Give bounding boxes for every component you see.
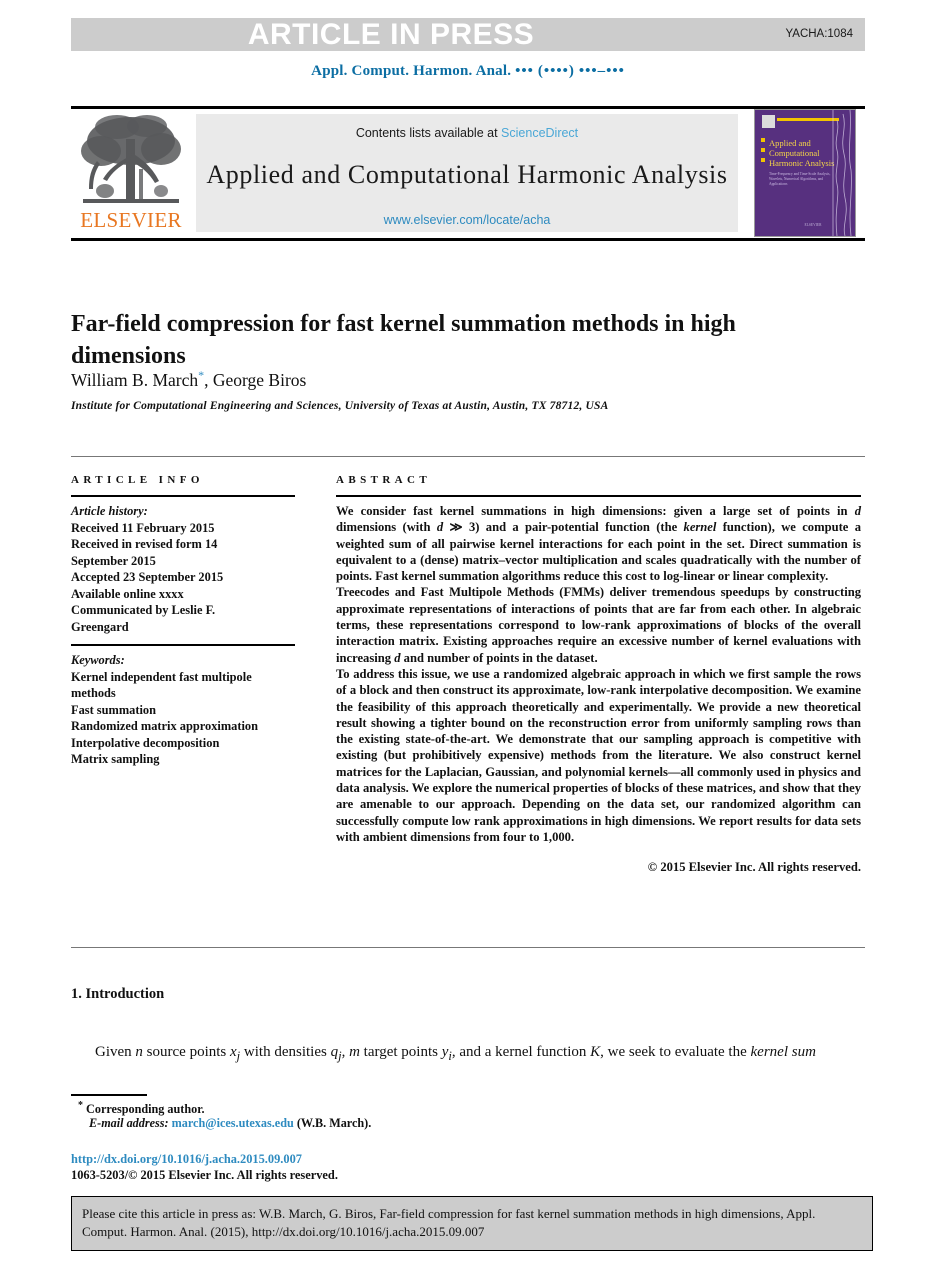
journal-homepage-link[interactable]: www.elsevier.com/locate/acha <box>196 213 738 227</box>
intro-text: source points <box>142 1044 230 1060</box>
history-line: Greengard <box>71 619 129 634</box>
pages-placeholder: •••–••• <box>578 63 625 79</box>
manuscript-code: YACHA:1084 <box>785 28 853 40</box>
journal-masthead: ELSEVIER Contents lists available at Sci… <box>71 109 865 237</box>
doi-link[interactable]: http://dx.doi.org/10.1016/j.acha.2015.09… <box>71 1152 302 1167</box>
article-history-label: Article history: <box>71 504 148 518</box>
intro-text: , and a kernel function <box>451 1044 591 1060</box>
keyword-item: methods <box>71 686 116 700</box>
article-in-press-banner: ARTICLE IN PRESS YACHA:1084 <box>71 18 865 51</box>
abstract-rule <box>336 495 861 497</box>
emph-kernel-sum: kernel sum <box>750 1044 816 1060</box>
abs-math-d: d <box>854 504 861 518</box>
abs-text: We consider fast kernel summations in hi… <box>336 504 855 518</box>
math-x: x <box>230 1044 237 1060</box>
corresponding-author-note: * Corresponding author. <box>78 1100 205 1117</box>
math-m: m <box>349 1044 360 1060</box>
article-info-rule <box>71 495 295 497</box>
masthead-rule-bottom <box>71 238 865 241</box>
contents-available-line: Contents lists available at ScienceDirec… <box>196 126 738 140</box>
author-list: William B. March*, George Biros <box>71 368 811 391</box>
author-primary: William B. March <box>71 369 199 390</box>
cover-subtitle: Time-Frequency and Time-Scale Analysis, … <box>769 172 831 186</box>
abstract-section-divider <box>71 947 865 948</box>
abstract-copyright: © 2015 Elsevier Inc. All rights reserved… <box>647 860 861 875</box>
history-line: Communicated by Leslie F. <box>71 603 216 617</box>
intro-text: target points <box>359 1044 442 1060</box>
intro-text: , we seek to evaluate the <box>600 1044 751 1060</box>
paper-page: ARTICLE IN PRESS YACHA:1084 Appl. Comput… <box>0 0 935 1266</box>
keyword-item: Randomized matrix approximation <box>71 719 259 733</box>
email-link[interactable]: march@ices.utexas.edu <box>172 1116 294 1130</box>
journal-abbrev: Appl. Comput. Harmon. Anal. <box>311 63 512 79</box>
sciencedirect-link[interactable]: ScienceDirect <box>501 126 578 140</box>
elsevier-logo: ELSEVIER <box>75 111 187 235</box>
cover-bullet-marks <box>761 138 767 168</box>
history-line: Received 11 February 2015 <box>71 520 215 535</box>
cover-accent-bar <box>777 118 839 121</box>
cover-footer-label: ELSEVIER <box>804 223 822 227</box>
abstract-column: ABSTRACT We consider fast kernel summati… <box>336 474 861 876</box>
abstract-paragraph: Treecodes and Fast Multipole Methods (FM… <box>336 584 861 665</box>
author-secondary: , George Biros <box>204 369 307 390</box>
keyword-item: Kernel independent fast multipole <box>71 669 252 684</box>
keywords-label: Keywords: <box>71 653 125 667</box>
history-line: Available online xxxx <box>71 586 184 601</box>
masthead-center-panel: Contents lists available at ScienceDirec… <box>196 114 738 232</box>
issn-copyright-line: 1063-5203/© 2015 Elsevier Inc. All right… <box>71 1168 338 1182</box>
math-q: q <box>330 1044 339 1060</box>
journal-title: Applied and Computational Harmonic Analy… <box>206 160 728 189</box>
math-K: K <box>590 1044 601 1060</box>
contents-prefix: Contents lists available at <box>355 126 498 140</box>
history-line: Received in revised form 14 <box>71 537 218 551</box>
abs-text: ≫ 3) and a pair-potential function (the <box>443 520 684 535</box>
abstract-paragraph: To address this issue, we use a randomiz… <box>336 666 861 844</box>
footnote-text: Corresponding author. <box>86 1102 205 1117</box>
section-heading-introduction: 1. Introduction <box>71 986 165 1002</box>
email-label: E-mail address: <box>89 1116 169 1130</box>
cover-background: Applied and Computational Harmonic Analy… <box>755 110 855 236</box>
elsevier-tree-icon <box>81 115 181 203</box>
footnote-star: * <box>78 1100 83 1111</box>
article-info-column: ARTICLE INFO Article history: Received 1… <box>71 474 295 768</box>
journal-cover-thumbnail: Applied and Computational Harmonic Analy… <box>754 109 856 237</box>
keywords-rule <box>71 644 295 646</box>
intro-text: , <box>341 1044 350 1060</box>
info-section-divider <box>71 456 865 457</box>
keyword-item: Matrix sampling <box>71 752 160 766</box>
abs-text: dimensions (with <box>336 520 437 535</box>
year-placeholder: (••••) <box>537 63 575 79</box>
intro-text: Given <box>95 1044 136 1060</box>
cover-waveform-graphic <box>832 110 852 236</box>
intro-text: with densities <box>240 1044 331 1060</box>
math-n: n <box>135 1044 143 1060</box>
cover-publisher-icon <box>762 115 775 128</box>
affiliation: Institute for Computational Engineering … <box>71 400 609 412</box>
abs-emph-kernel: kernel <box>683 520 717 535</box>
history-line: September 2015 <box>71 553 156 568</box>
abstract-paragraph: We consider fast kernel summations in hi… <box>336 503 861 584</box>
page-title: Far-field compression for fast kernel su… <box>71 311 736 370</box>
elsevier-wordmark: ELSEVIER <box>80 208 182 232</box>
journal-running-head: Appl. Comput. Harmon. Anal. ••• (••••) •… <box>71 63 865 80</box>
abs-text: and number of points in the dataset. <box>400 650 598 665</box>
email-note: E-mail address: march@ices.utexas.edu (W… <box>89 1116 371 1131</box>
article-info-heading: ARTICLE INFO <box>71 474 204 486</box>
introduction-paragraph: Given n source points xj with densities … <box>71 1041 861 1067</box>
volume-placeholder: ••• <box>515 63 534 79</box>
keyword-item: Interpolative decomposition <box>71 735 220 750</box>
keyword-item: Fast summation <box>71 702 157 717</box>
cite-this-article-box: Please cite this article in press as: W.… <box>71 1196 873 1251</box>
abstract-heading: ABSTRACT <box>336 474 432 486</box>
article-in-press-label: ARTICLE IN PRESS <box>247 18 535 51</box>
history-line: Accepted 23 September 2015 <box>71 570 224 584</box>
footnote-rule <box>71 1094 147 1096</box>
email-owner: (W.B. March). <box>296 1116 372 1130</box>
